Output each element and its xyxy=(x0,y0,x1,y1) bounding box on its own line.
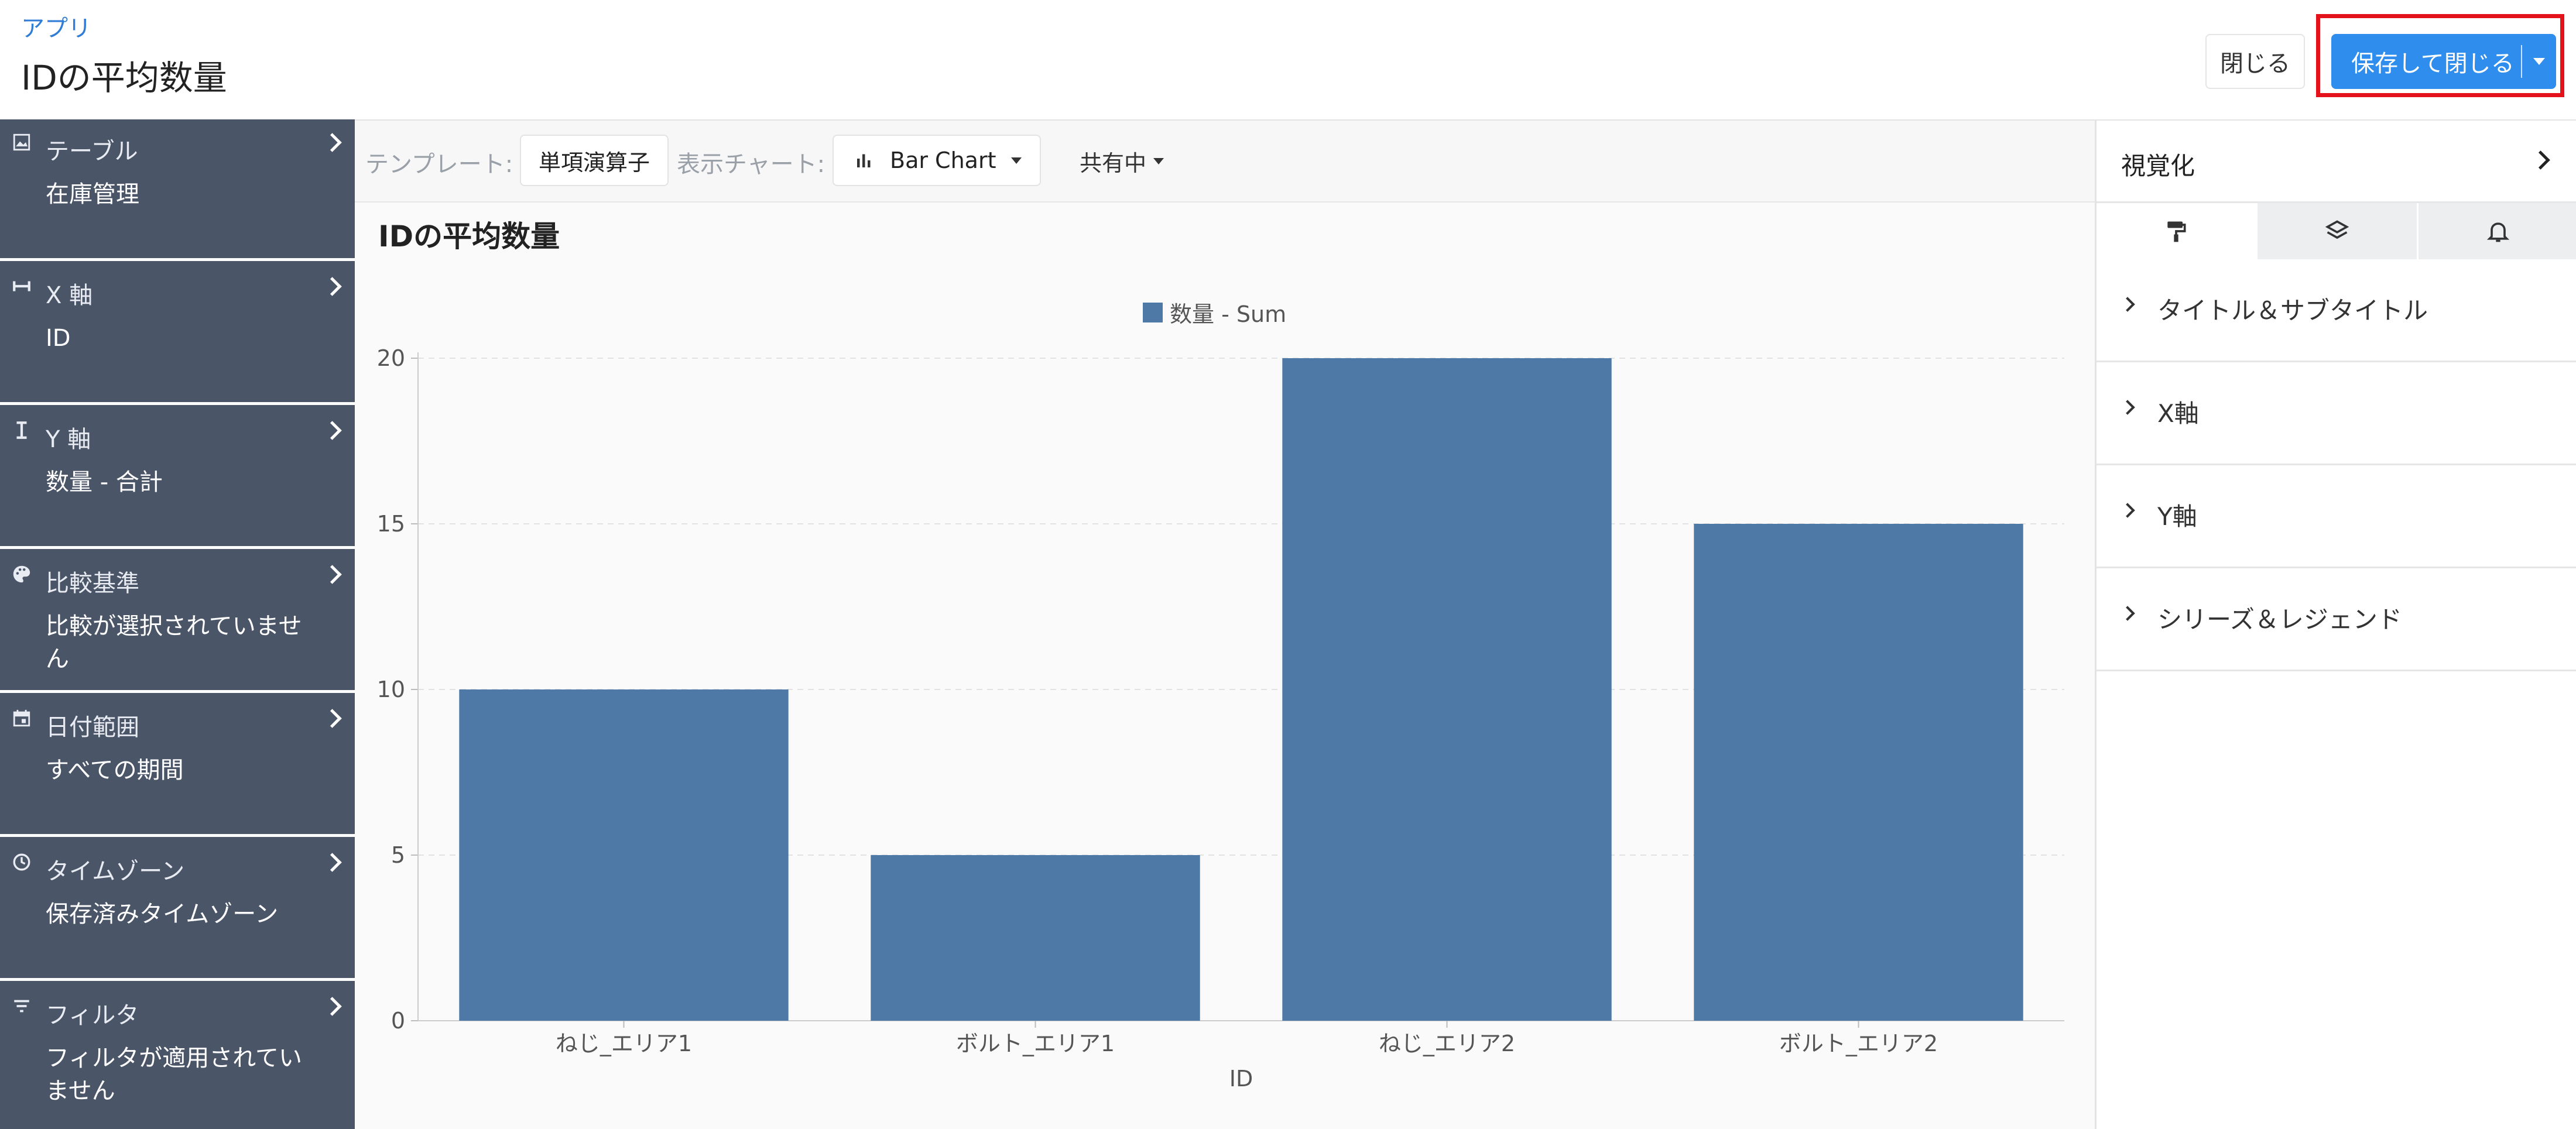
chevron-right-icon xyxy=(323,133,342,152)
sidebar-item-date-range[interactable]: 日付範囲 すべての期間 xyxy=(0,695,355,837)
template-select[interactable]: 単項演算子 xyxy=(520,135,669,186)
sidebar-item-filter[interactable]: フィルタ フィルタが適用されていません xyxy=(0,983,355,1129)
chevron-right-icon xyxy=(323,709,342,728)
caret-down-icon xyxy=(1153,158,1164,164)
sidebar-item-timezone[interactable]: タイムゾーン 保存済みタイムゾーン xyxy=(0,839,355,981)
bar xyxy=(871,855,1200,1021)
image-icon xyxy=(13,133,30,151)
sidebar-item-label: X 軸 xyxy=(46,282,93,309)
visualization-tabs xyxy=(2097,203,2576,259)
y-tick-label: 10 xyxy=(377,677,405,702)
paint-roller-icon xyxy=(2167,221,2186,242)
tab-format[interactable] xyxy=(2097,203,2256,259)
section-x-axis[interactable]: X軸 xyxy=(2097,362,2576,465)
y-tick-label: 15 xyxy=(377,511,405,537)
visualization-header[interactable]: 視覚化 xyxy=(2097,121,2576,203)
bar xyxy=(459,689,789,1021)
chevron-right-icon xyxy=(323,277,342,296)
x-tick-label: ねじ_エリア2 xyxy=(1379,1031,1515,1056)
bar xyxy=(1282,358,1612,1021)
sidebar-item-label: タイムゾーン xyxy=(46,858,185,885)
sidebar-item-value: 保存済みタイムゾーン xyxy=(46,901,279,928)
bar-chart: 0 5 10 15 20 ねじ_エリア1 ボルト_エリア1 ねじ_エリア2 ボルト_エリア2 ID xyxy=(377,345,2064,1092)
palette-icon xyxy=(13,565,30,583)
header-bar: アプリ IDの平均数量 閉じる 保存して閉じる xyxy=(0,0,2576,121)
breadcrumb-link[interactable]: アプリ xyxy=(21,9,91,43)
chart-area: IDの平均数量 数量 - Sum 0 5 10 15 20 ねじ_エリア1 ボルト_エリア1… xyxy=(355,203,2095,1129)
sidebar-item-value: ID xyxy=(46,325,71,352)
sidebar-item-y-axis[interactable]: Y 軸 数量 - 合計 xyxy=(0,407,355,549)
calendar-icon xyxy=(13,709,30,727)
layers-icon xyxy=(2325,220,2349,239)
close-button[interactable]: 閉じる xyxy=(2205,34,2305,89)
chart-type-select[interactable]: Bar Chart xyxy=(833,135,1041,186)
sidebar-item-value: フィルタが適用されていません xyxy=(46,1045,302,1104)
chevron-right-icon xyxy=(323,853,342,872)
share-label: 共有中 xyxy=(1080,150,1147,176)
chevron-right-icon xyxy=(2531,150,2550,170)
visualization-title: 視覚化 xyxy=(2121,152,2195,180)
x-tick-label: ねじ_エリア1 xyxy=(556,1031,692,1056)
sidebar-item-comparison[interactable]: 比較基準 比較が選択されていません xyxy=(0,551,355,693)
caret-down-icon xyxy=(2533,58,2545,65)
sidebar-item-label: フィルタ xyxy=(46,1002,139,1029)
sidebar-item-value: 在庫管理 xyxy=(46,181,139,208)
caret-down-icon xyxy=(1011,157,1022,164)
sidebar-item-label: 日付範囲 xyxy=(46,714,139,741)
save-options-dropdown[interactable] xyxy=(2522,58,2556,65)
bar xyxy=(1694,524,2023,1021)
clock-icon xyxy=(13,853,30,871)
template-label: テンプレート: xyxy=(365,151,513,178)
x-tick-label: ボルト_エリア1 xyxy=(956,1031,1115,1056)
section-series-legend[interactable]: シリーズ＆レジェンド xyxy=(2097,568,2576,671)
y-tick-label: 20 xyxy=(377,345,405,371)
section-title-subtitle[interactable]: タイトル＆サブタイトル xyxy=(2097,259,2576,362)
x-tick-label: ボルト_エリア2 xyxy=(1779,1031,1938,1056)
sidebar-item-value: 数量 - 合計 xyxy=(46,469,163,496)
section-label: タイトル＆サブタイトル xyxy=(2157,296,2428,325)
chart-type-value: Bar Chart xyxy=(890,147,996,173)
sidebar-item-value: 比較が選択されていません xyxy=(46,613,302,672)
bell-icon xyxy=(2486,222,2510,242)
chevron-right-icon xyxy=(323,565,342,584)
share-dropdown[interactable]: 共有中 xyxy=(1080,145,1164,177)
y-tick-label: 0 xyxy=(391,1008,405,1034)
chevron-right-icon xyxy=(2120,606,2135,621)
sidebar-item-label: Y 軸 xyxy=(46,426,91,453)
x-axis-title: ID xyxy=(1229,1066,1253,1092)
y-tick-label: 5 xyxy=(391,842,405,868)
config-sidebar: テーブル 在庫管理 X 軸 ID Y 軸 数量 - 合計 比較基準 比較が選択さ… xyxy=(0,119,355,1129)
chevron-right-icon xyxy=(323,421,342,440)
sidebar-item-table[interactable]: テーブル 在庫管理 xyxy=(0,119,355,261)
section-y-axis[interactable]: Y軸 xyxy=(2097,465,2576,568)
section-label: シリーズ＆レジェンド xyxy=(2157,605,2402,634)
sidebar-item-x-axis[interactable]: X 軸 ID xyxy=(0,263,355,405)
section-label: X軸 xyxy=(2157,399,2199,428)
chevron-right-icon xyxy=(2120,503,2135,518)
tab-layers[interactable] xyxy=(2258,203,2417,259)
y-axis-icon xyxy=(16,421,27,439)
filter-icon xyxy=(14,1000,29,1013)
button-divider xyxy=(2521,45,2522,78)
save-and-close-label: 保存して閉じる xyxy=(2351,50,2515,77)
chevron-right-icon xyxy=(2120,297,2135,312)
page-title: IDの平均数量 xyxy=(21,58,227,98)
save-and-close-button[interactable]: 保存して閉じる xyxy=(2331,34,2556,89)
chart-toolbar: テンプレート: 単項演算子 表示チャート: Bar Chart 共有中 xyxy=(355,121,2095,203)
bar-chart-icon xyxy=(857,154,871,167)
sidebar-item-label: テーブル xyxy=(46,138,138,165)
section-label: Y軸 xyxy=(2157,502,2197,531)
chevron-right-icon xyxy=(323,997,342,1016)
chart-type-label: 表示チャート: xyxy=(677,151,825,178)
sidebar-item-label: 比較基準 xyxy=(46,570,139,597)
tab-alerts[interactable] xyxy=(2419,203,2576,259)
chevron-right-icon xyxy=(2120,400,2135,415)
visualization-panel: 視覚化 タイトル＆サブタイトル X軸 Y軸 シリーズ＆レジェンド xyxy=(2095,121,2576,1129)
x-axis-icon xyxy=(13,281,30,291)
sidebar-item-value: すべての期間 xyxy=(46,757,184,784)
